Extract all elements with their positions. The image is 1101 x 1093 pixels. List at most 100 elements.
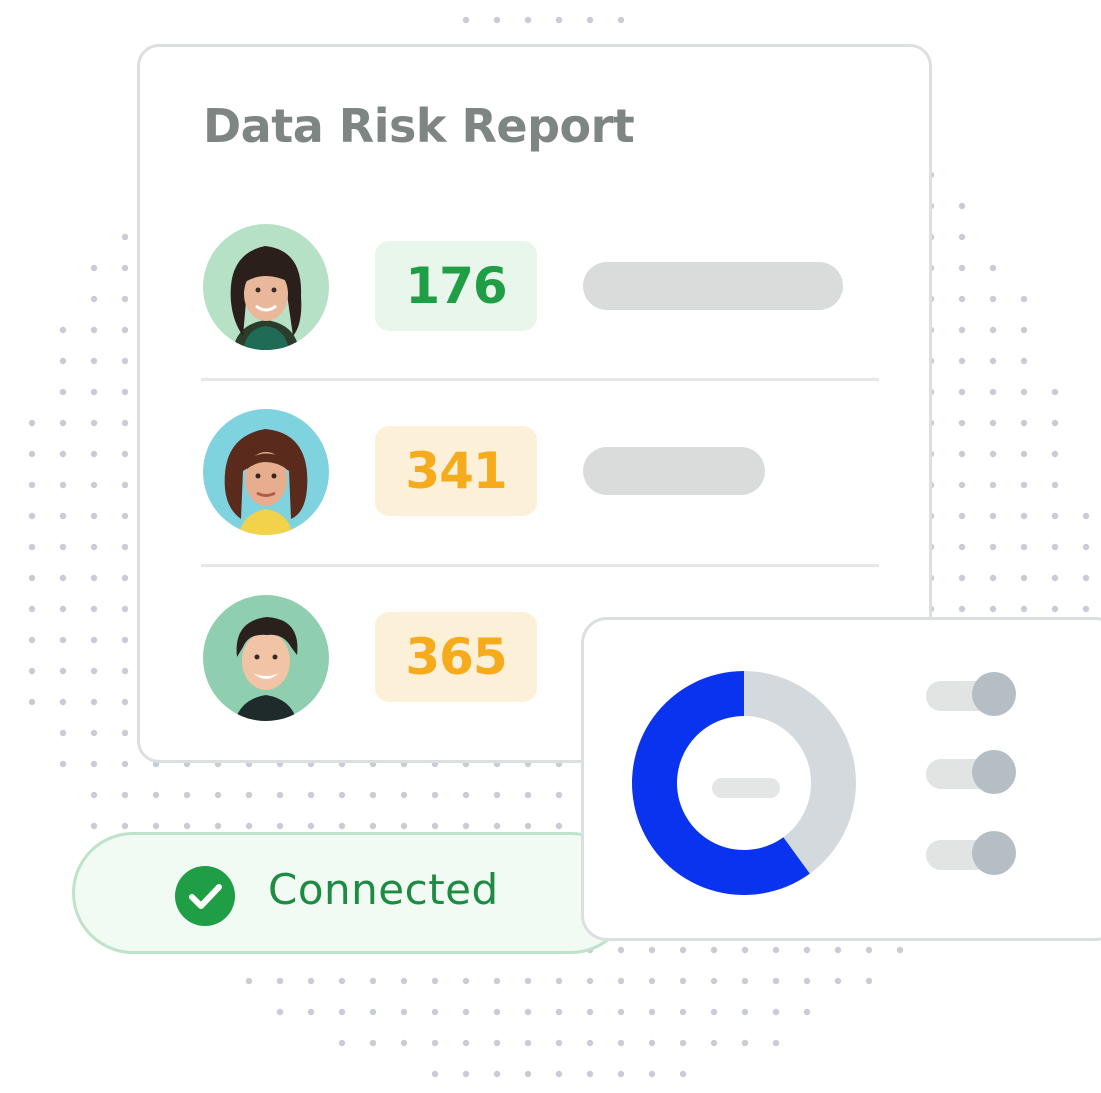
background-dot	[524, 791, 532, 799]
background-dot	[369, 977, 377, 985]
background-dot	[462, 791, 470, 799]
check-circle-icon	[175, 866, 235, 926]
chart-card	[581, 617, 1101, 941]
background-dot	[1020, 481, 1028, 489]
background-dot	[338, 1039, 346, 1047]
background-dot	[121, 295, 129, 303]
background-dot	[1082, 605, 1090, 613]
risk-score-badge: 365	[375, 612, 537, 702]
background-dot	[462, 16, 470, 24]
background-dot	[1051, 543, 1059, 551]
background-dot	[369, 1008, 377, 1016]
background-dot	[1051, 388, 1059, 396]
background-dot	[1020, 543, 1028, 551]
background-dot	[59, 729, 67, 737]
background-dot	[121, 729, 129, 737]
background-dot	[90, 667, 98, 675]
report-row[interactable]: 176	[203, 224, 883, 354]
background-dot	[152, 822, 160, 830]
background-dot	[1020, 450, 1028, 458]
background-dot	[59, 326, 67, 334]
background-dot	[958, 388, 966, 396]
background-dot	[989, 512, 997, 520]
background-dot	[648, 977, 656, 985]
background-dot	[90, 543, 98, 551]
background-dot	[958, 202, 966, 210]
background-dot	[741, 1039, 749, 1047]
background-dot	[586, 16, 594, 24]
background-dot	[276, 1008, 284, 1016]
background-dot	[462, 1008, 470, 1016]
background-dot	[90, 822, 98, 830]
background-dot	[431, 977, 439, 985]
background-dot	[772, 946, 780, 954]
background-dot	[493, 1070, 501, 1078]
background-dot	[245, 791, 253, 799]
background-dot	[431, 791, 439, 799]
background-dot	[1051, 605, 1059, 613]
background-dot	[338, 1008, 346, 1016]
background-dot	[276, 791, 284, 799]
background-dot	[803, 946, 811, 954]
background-dot	[90, 512, 98, 520]
background-dot	[741, 1008, 749, 1016]
toggle-knob	[972, 672, 1016, 716]
background-dot	[493, 1039, 501, 1047]
background-dot	[586, 1039, 594, 1047]
background-dot	[958, 233, 966, 241]
background-dot	[958, 357, 966, 365]
background-dot	[958, 481, 966, 489]
background-dot	[400, 977, 408, 985]
background-dot	[493, 16, 501, 24]
connected-label: Connected	[268, 865, 499, 914]
background-dot	[524, 977, 532, 985]
background-dot	[59, 636, 67, 644]
background-dot	[28, 698, 36, 706]
background-dot	[90, 326, 98, 334]
background-dot	[555, 822, 563, 830]
background-dot	[28, 543, 36, 551]
background-dot	[400, 1008, 408, 1016]
background-dot	[431, 1039, 439, 1047]
background-dot	[555, 1070, 563, 1078]
background-dot	[59, 481, 67, 489]
background-dot	[90, 760, 98, 768]
background-dot	[1051, 419, 1059, 427]
background-dot	[338, 822, 346, 830]
avatar	[203, 595, 329, 721]
background-dot	[245, 977, 253, 985]
placeholder-bar	[583, 262, 843, 310]
background-dot	[586, 1070, 594, 1078]
background-dot	[307, 822, 315, 830]
background-dot	[307, 977, 315, 985]
risk-score-badge: 341	[375, 426, 537, 516]
background-dot	[617, 1008, 625, 1016]
background-dot	[214, 791, 222, 799]
background-dot	[121, 667, 129, 675]
background-dot	[772, 977, 780, 985]
background-dot	[121, 605, 129, 613]
background-dot	[617, 946, 625, 954]
background-dot	[400, 791, 408, 799]
background-dot	[121, 233, 129, 241]
background-dot	[28, 419, 36, 427]
toggle-switch[interactable]	[926, 748, 1016, 794]
background-dot	[1020, 388, 1028, 396]
toggle-switch[interactable]	[926, 829, 1016, 875]
background-dot	[462, 977, 470, 985]
background-dot	[59, 512, 67, 520]
background-dot	[958, 326, 966, 334]
toggle-switch[interactable]	[926, 670, 1016, 716]
background-dot	[431, 822, 439, 830]
background-dot	[90, 729, 98, 737]
background-dot	[400, 822, 408, 830]
background-dot	[59, 667, 67, 675]
background-dot	[59, 357, 67, 365]
background-dot	[214, 822, 222, 830]
background-dot	[1020, 574, 1028, 582]
background-dot	[617, 16, 625, 24]
background-dot	[648, 1008, 656, 1016]
report-row[interactable]: 341	[203, 409, 883, 539]
background-dot	[493, 822, 501, 830]
background-dot	[59, 419, 67, 427]
